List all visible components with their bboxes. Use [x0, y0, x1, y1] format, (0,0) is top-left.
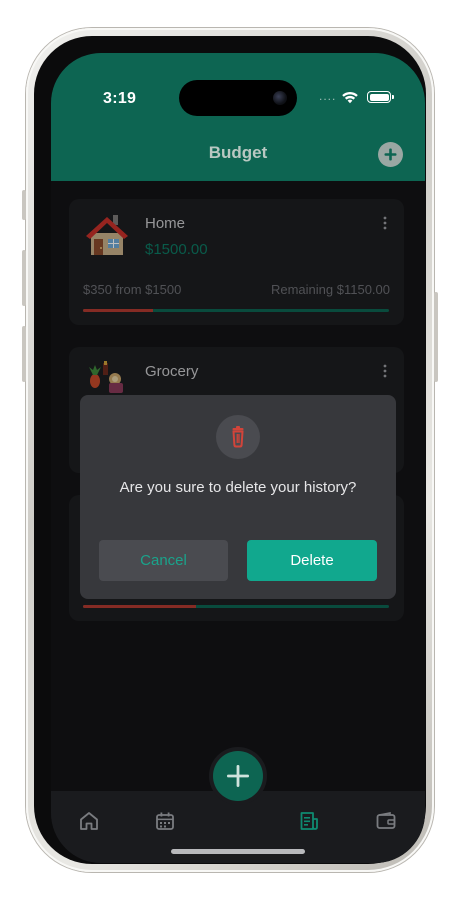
- phone-bezel: 3:19 .... Budget Home $1500.00 $350 from…: [34, 36, 426, 864]
- phone-frame: 3:19 .... Budget Home $1500.00 $350 from…: [22, 28, 438, 872]
- add-budget-button[interactable]: [378, 142, 403, 167]
- wallet-icon[interactable]: [375, 810, 397, 832]
- wifi-icon: [342, 91, 358, 104]
- plus-icon: [227, 765, 249, 787]
- page-title: Budget: [208, 143, 268, 162]
- power-button: [434, 292, 438, 382]
- status-time: 3:19: [103, 90, 137, 107]
- delete-button[interactable]: Delete: [247, 540, 377, 581]
- signal-indicator: ....: [319, 89, 337, 103]
- camera-icon: [273, 91, 287, 105]
- home-indicator[interactable]: [171, 849, 305, 854]
- volume-up-button: [22, 250, 26, 306]
- dialog-icon-circle: [216, 415, 260, 459]
- battery-icon: [367, 91, 394, 103]
- action-button: [22, 190, 26, 220]
- add-transaction-button[interactable]: [213, 751, 263, 801]
- volume-down-button: [22, 326, 26, 382]
- app-header: 3:19 .... Budget: [51, 53, 425, 181]
- plus-icon: [384, 148, 397, 161]
- cancel-button[interactable]: Cancel: [99, 540, 228, 581]
- home-icon[interactable]: [78, 810, 100, 832]
- receipt-icon[interactable]: [298, 810, 320, 832]
- calendar-icon[interactable]: [154, 810, 176, 832]
- delete-confirm-dialog: Are you sure to delete your history? Can…: [80, 395, 396, 599]
- dynamic-island: [179, 80, 297, 116]
- app-screen: 3:19 .... Budget Home $1500.00 $350 from…: [51, 53, 425, 863]
- dialog-message: Are you sure to delete your history?: [119, 479, 357, 496]
- trash-icon: [232, 426, 244, 448]
